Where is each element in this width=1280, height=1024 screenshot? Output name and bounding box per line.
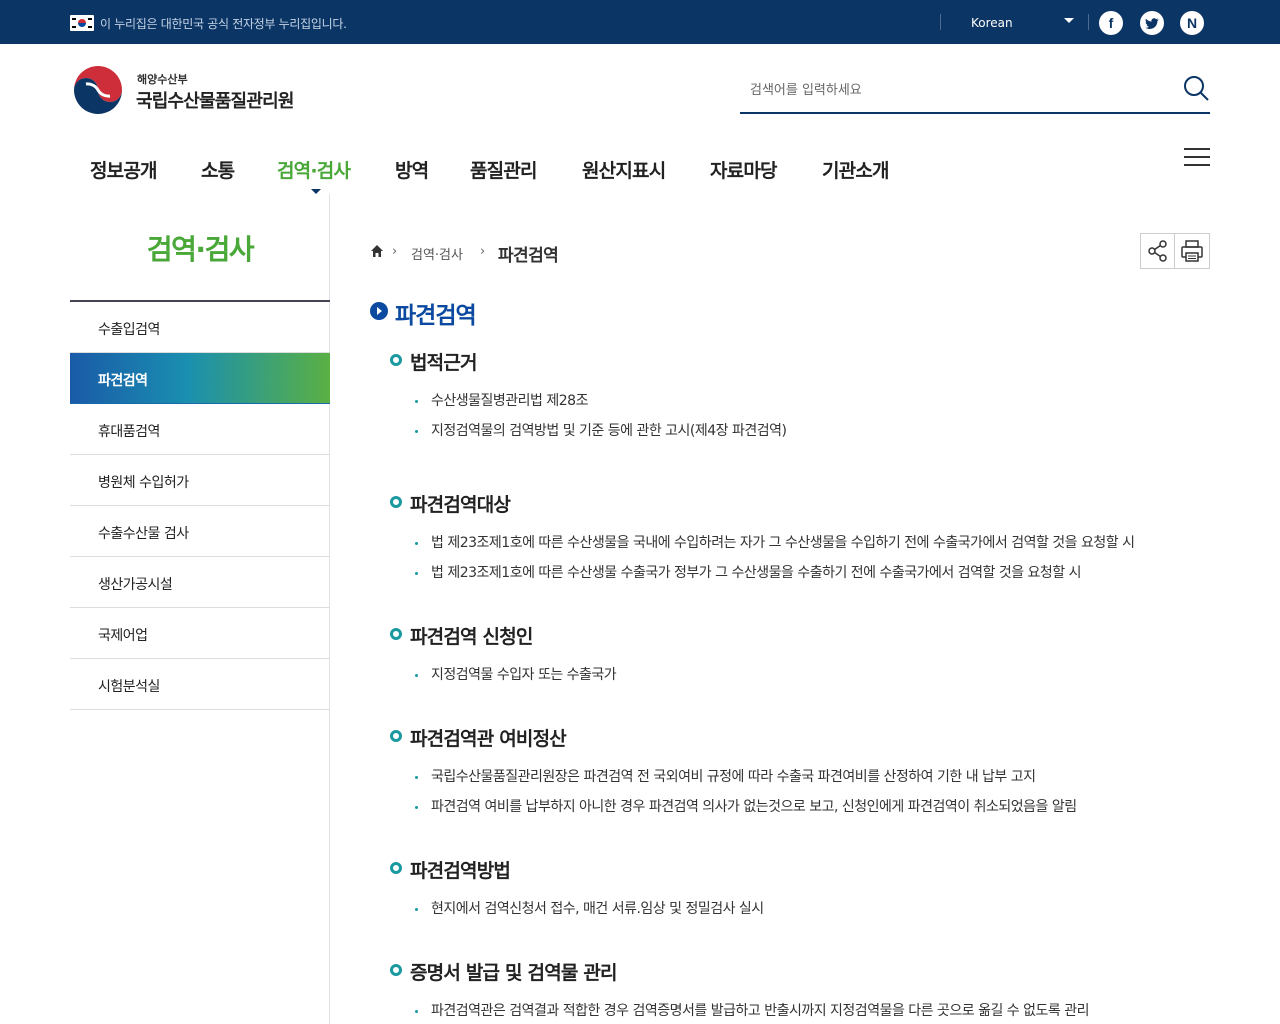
government-logo-icon[interactable] [72,64,124,116]
search-box [740,70,1210,114]
home-icon[interactable] [370,244,384,258]
korea-flag-icon [70,15,94,31]
content-section: 증명서 발급 및 검역물 관리 파견검역관은 검역결과 적합한 경우 검역증명서… [390,958,1210,1024]
list-item: 파견검역 여비를 납부하지 아니한 경우 파견검역 의사가 없는것으로 보고, … [390,792,1210,822]
circle-bullet-icon [390,730,402,742]
list-item: 지정검역물의 검역방법 및 기준 등에 관한 고시(제4장 파견검역) [390,416,1210,446]
language-label: Korean [971,16,1013,30]
list-item: 파견검역관은 검역결과 적합한 경우 검역증명서를 발급하고 반출시까지 지정검… [390,996,1210,1024]
gov-topbar: 이 누리집은 대한민국 공식 전자정부 누리집입니다. Korean f N [0,0,1280,44]
list-item: 수산생물질병관리법 제28조 [390,386,1210,416]
side-nav-item[interactable]: 휴대품검역 [70,404,330,455]
nav-item-disinfection[interactable]: 방역 [395,156,429,183]
breadcrumb-level1[interactable]: 검역·검사 [411,244,463,263]
list-item: 법 제23조제1호에 따른 수산생물 수출국가 정부가 그 수산생물을 수출하기… [390,558,1210,588]
menu-icon[interactable] [1184,146,1210,168]
lnb-title: 검역·검사 [146,233,255,266]
side-nav-item[interactable]: 병원체 수입허가 [70,455,330,506]
circle-bullet-icon [390,862,402,874]
side-nav-item[interactable]: 국제어업 [70,608,330,659]
language-select[interactable]: Korean [948,8,1078,36]
content-section: 파견검역 신청인 지정검역물 수입자 또는 수출국가 [390,622,1210,690]
print-icon [1181,240,1203,262]
share-button[interactable] [1140,233,1176,269]
content-section: 파견검역방법 현지에서 검역신청서 접수, 매건 서류.임상 및 정밀검사 실시 [390,856,1210,924]
active-nav-indicator [311,189,321,194]
gov-notice[interactable]: 이 누리집은 대한민국 공식 전자정부 누리집입니다. [100,15,347,32]
content-section: 파견검역대상 법 제23조제1호에 따른 수산생물을 국내에 수입하려는 자가 … [390,490,1210,588]
side-nav-label: 생산가공시설 [98,577,173,593]
side-nav: 수출입검역 파견검역 휴대품검역 병원체 수입허가 수출수산물 검사 생산가공시… [70,300,330,710]
section-heading: 파견검역방법 [410,860,511,882]
search-input[interactable] [740,70,1160,110]
print-button[interactable] [1174,233,1210,269]
side-nav-item[interactable]: 수출입검역 [70,302,330,353]
side-nav-item[interactable]: 수출수산물 검사 [70,506,330,557]
list-item: 법 제23조제1호에 따른 수산생물을 국내에 수입하려는 자가 그 수산생물을… [390,528,1210,558]
title-bullet-icon [370,302,388,320]
side-nav-label: 수출입검역 [98,322,160,338]
twitter-icon[interactable] [1140,11,1164,35]
content-section: 법적근거 수산생물질병관리법 제28조 지정검역물의 검역방법 및 기준 등에 … [390,348,1210,446]
nav-item-resources[interactable]: 자료마당 [710,156,778,183]
circle-bullet-icon [390,354,402,366]
side-nav-label: 휴대품검역 [98,424,160,440]
side-nav-item-active[interactable]: 파견검역 [70,353,330,404]
circle-bullet-icon [390,964,402,976]
list-item: 지정검역물 수입자 또는 수출국가 [390,660,1210,690]
section-heading: 파견검역 신청인 [410,626,533,648]
nav-item-communication[interactable]: 소통 [201,156,235,183]
chevron-right-icon: › [480,244,486,259]
nav-item-quality[interactable]: 품질관리 [470,156,538,183]
list-item: 현지에서 검역신청서 접수, 매건 서류.임상 및 정밀검사 실시 [390,894,1210,924]
breadcrumb-current: 파견검역 [498,246,559,266]
nav-item-origin[interactable]: 원산지표시 [582,156,666,183]
side-nav-item[interactable]: 생산가공시설 [70,557,330,608]
facebook-icon[interactable]: f [1099,11,1123,35]
content-section: 파견검역관 여비정산 국립수산물품질관리원장은 파견검역 전 국외여비 규정에 … [390,724,1210,822]
share-icon [1148,240,1167,262]
side-nav-label: 국제어업 [98,628,148,644]
section-heading: 증명서 발급 및 검역물 관리 [410,962,618,984]
side-nav-label: 시험분석실 [98,679,160,695]
circle-bullet-icon [390,628,402,640]
divider [1088,14,1089,30]
nav-item-about[interactable]: 기관소개 [822,156,890,183]
side-nav-label: 수출수산물 검사 [98,526,189,542]
section-heading: 파견검역관 여비정산 [410,728,567,750]
side-nav-item[interactable]: 시험분석실 [70,659,330,710]
chevron-down-icon [1064,18,1074,23]
section-heading: 법적근거 [410,352,478,374]
side-nav-label: 파견검역 [98,373,148,389]
nav-item-quarantine[interactable]: 검역·검사 [277,156,351,183]
org-name[interactable]: 국립수산물품질관리원 [136,87,294,113]
list-item: 국립수산물품질관리원장은 파견검역 전 국외여비 규정에 따라 수출국 파견여비… [390,762,1210,792]
divider [940,14,941,30]
page-title-text: 파견검역 [395,303,477,329]
section-heading: 파견검역대상 [410,494,511,516]
nav-item-info[interactable]: 정보공개 [90,156,158,183]
ministry-label: 해양수산부 [137,73,188,86]
chevron-right-icon: › [392,244,398,259]
side-nav-label: 병원체 수입허가 [98,475,189,491]
naver-blog-icon[interactable]: N [1180,11,1204,35]
circle-bullet-icon [390,496,402,508]
search-icon[interactable] [1182,74,1210,102]
